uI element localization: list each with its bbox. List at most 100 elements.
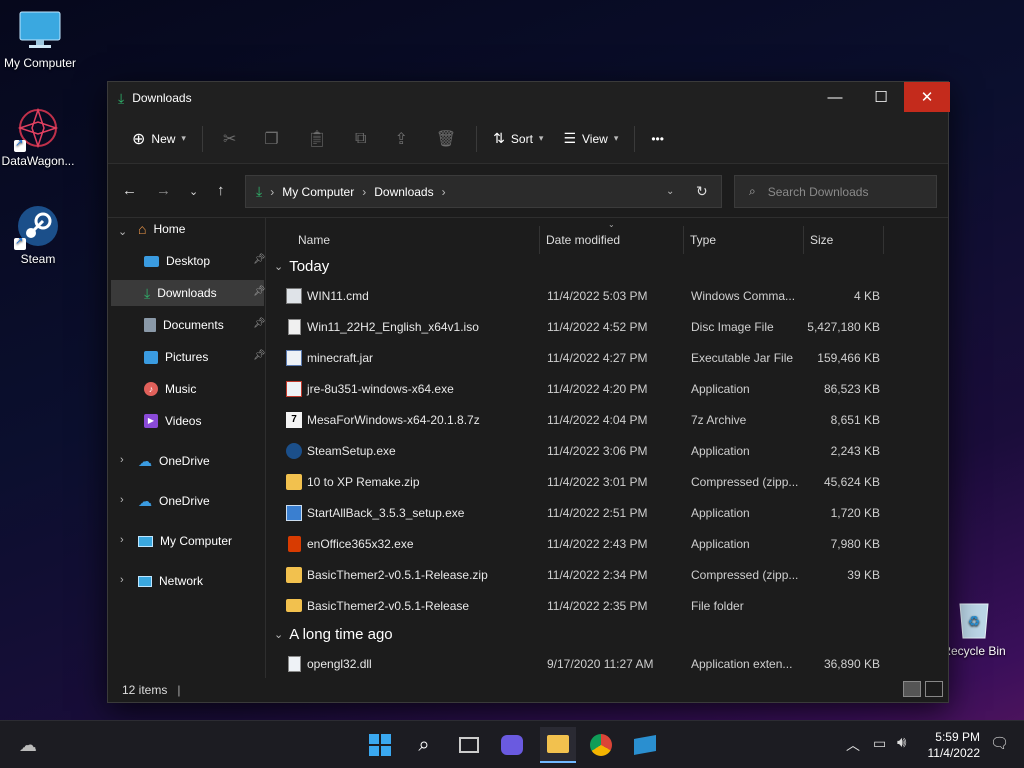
sort-button[interactable]: ⇅ Sort ▾ xyxy=(483,123,553,155)
address-dropdown-icon[interactable]: ⌄ xyxy=(666,186,674,197)
sidebar-item-onedrive-2[interactable]: ☁ OneDrive xyxy=(138,488,258,514)
group-header-long-ago[interactable]: ⌄ A long time ago xyxy=(274,626,393,643)
cmd-file-icon xyxy=(286,287,302,304)
file-name: MesaForWindows-x64-20.1.8.7z xyxy=(307,412,480,427)
weather-icon[interactable]: ☁ xyxy=(14,731,42,759)
chevron-down-icon: ▾ xyxy=(538,133,544,143)
chrome-taskbar-button[interactable] xyxy=(587,731,615,759)
desktop-icon-label: DataWagon... xyxy=(1,154,75,168)
desktop-icon-my-computer[interactable]: My Computer xyxy=(0,8,80,70)
sidebar-item-label: Downloads xyxy=(157,286,217,300)
chevron-down-icon[interactable]: ⌄ xyxy=(118,225,127,238)
view-list-icon: ☰ xyxy=(563,130,577,146)
address-bar[interactable]: ⤓ › My Computer › Downloads › ⌄ ↻ xyxy=(245,175,722,208)
chevron-right-icon[interactable]: › xyxy=(120,574,124,586)
sidebar-item-desktop[interactable]: Desktop xyxy=(144,248,264,274)
view-button[interactable]: ☰ View ▾ xyxy=(553,123,628,155)
file-row[interactable]: Win11_22H2_English_x64v1.iso 11/4/2022 4… xyxy=(268,311,888,342)
file-row[interactable]: BasicThemer2-v0.5.1-Release.zip 11/4/202… xyxy=(268,559,888,590)
column-header-date[interactable]: Date modified ⌄ xyxy=(540,220,684,254)
breadcrumb-downloads[interactable]: Downloads xyxy=(374,185,433,199)
column-header-type[interactable]: Type xyxy=(684,226,804,254)
tiles-view-icon[interactable] xyxy=(925,681,943,697)
task-view-icon xyxy=(459,737,479,753)
sidebar-item-network[interactable]: Network xyxy=(138,568,258,594)
sidebar-item-onedrive[interactable]: ☁ OneDrive xyxy=(138,448,258,474)
chevron-up-icon[interactable]: ︿ xyxy=(846,735,860,755)
search-input[interactable]: ⌕ Search Downloads xyxy=(734,175,937,208)
desktop-icon-steam[interactable]: Steam xyxy=(0,204,78,266)
chevron-right-icon[interactable]: › xyxy=(120,454,124,466)
file-type: Windows Comma... xyxy=(691,288,796,303)
minimize-button[interactable]: — xyxy=(812,82,858,112)
file-type: 7z Archive xyxy=(691,412,747,427)
sidebar-item-music[interactable]: ♪ Music xyxy=(144,376,264,402)
file-row[interactable]: 10 to XP Remake.zip 11/4/2022 3:01 PM Co… xyxy=(268,466,888,497)
title-bar[interactable]: ⤓ Downloads — ☐ ✕ xyxy=(108,82,950,114)
sidebar-item-home[interactable]: ⌂ Home xyxy=(138,216,258,242)
chat-button[interactable] xyxy=(498,731,526,759)
sidebar-item-label: My Computer xyxy=(160,534,233,548)
chevron-right-icon[interactable]: › xyxy=(120,534,124,546)
group-header-today[interactable]: ⌄ Today xyxy=(274,258,329,275)
sidebar-item-label: Music xyxy=(165,382,197,396)
file-row[interactable]: BasicThemer2-v0.5.1-Release 11/4/2022 2:… xyxy=(268,590,888,621)
clock[interactable]: 5:59 PM 11/4/2022 xyxy=(928,729,981,761)
file-row[interactable]: StartAllBack_3.5.3_setup.exe 11/4/2022 2… xyxy=(268,497,888,528)
file-size: 39 KB xyxy=(847,567,880,582)
paste-button[interactable]: 📋︎ xyxy=(293,123,341,155)
file-row[interactable]: jre-8u351-windows-x64.exe 11/4/2022 4:20… xyxy=(268,373,888,404)
file-type: Application xyxy=(691,443,750,458)
pin-icon[interactable]: 📌︎ xyxy=(253,254,266,265)
sidebar-item-pictures[interactable]: Pictures xyxy=(144,344,264,370)
file-row[interactable]: 7 MesaForWindows-x64-20.1.8.7z 11/4/2022… xyxy=(268,404,888,435)
file-size: 7,980 KB xyxy=(830,536,880,551)
task-view-button[interactable] xyxy=(455,731,483,759)
share-button[interactable]: ⇪ xyxy=(380,123,421,155)
file-row[interactable]: enOffice365x32.exe 11/4/2022 2:43 PM App… xyxy=(268,528,888,559)
more-options-button[interactable]: ••• xyxy=(641,123,674,155)
search-button[interactable]: ⌕ xyxy=(410,731,438,759)
maximize-button[interactable]: ☐ xyxy=(858,82,904,112)
file-date: 11/4/2022 3:01 PM xyxy=(547,474,648,489)
file-name: BasicThemer2-v0.5.1-Release.zip xyxy=(307,567,488,582)
pin-icon[interactable]: 📌︎ xyxy=(253,286,266,297)
copy-button[interactable]: ❐ xyxy=(250,123,292,155)
delete-button[interactable]: 🗑︎ xyxy=(422,123,470,155)
file-name: 10 to XP Remake.zip xyxy=(307,474,420,489)
column-header-name[interactable]: Name xyxy=(292,226,540,254)
sidebar-item-label: Videos xyxy=(165,414,202,428)
refresh-icon[interactable]: ↻ xyxy=(696,183,708,200)
app-taskbar-button[interactable] xyxy=(631,731,659,759)
notification-icon[interactable]: 🗨︎ xyxy=(990,734,1009,752)
network-status-icon[interactable]: ▭ xyxy=(873,735,886,752)
up-arrow-icon[interactable]: ↑ xyxy=(217,182,225,199)
forward-arrow-icon[interactable]: → xyxy=(156,182,171,199)
file-row[interactable]: WIN11.cmd 11/4/2022 5:03 PM Windows Comm… xyxy=(268,280,888,311)
close-button[interactable]: ✕ xyxy=(904,82,950,112)
new-button[interactable]: ⊕ New ▾ xyxy=(122,123,196,155)
recent-chevron-icon[interactable]: ⌄ xyxy=(189,185,198,198)
file-row[interactable]: SteamSetup.exe 11/4/2022 3:06 PM Applica… xyxy=(268,435,888,466)
volume-icon[interactable]: 🔊︎ xyxy=(897,734,906,751)
chevron-right-icon[interactable]: › xyxy=(120,494,124,506)
sidebar-item-my-computer[interactable]: My Computer xyxy=(138,528,262,554)
cut-button[interactable]: ✂ xyxy=(209,123,250,155)
back-arrow-icon[interactable]: ← xyxy=(122,182,137,199)
pin-icon[interactable]: 📌︎ xyxy=(253,318,266,329)
file-row[interactable]: minecraft.jar 11/4/2022 4:27 PM Executab… xyxy=(268,342,888,373)
file-list: Name Date modified ⌄ Type Size ⌄ Today WI… xyxy=(268,218,948,678)
sidebar-item-videos[interactable]: ▶ Videos xyxy=(144,408,264,434)
start-button[interactable] xyxy=(366,731,394,759)
details-view-icon[interactable] xyxy=(903,681,921,697)
desktop-icon-datawagon[interactable]: DataWagon... xyxy=(0,106,78,168)
rename-button[interactable]: ⧉ xyxy=(341,123,380,155)
sidebar-item-documents[interactable]: Documents xyxy=(144,312,264,338)
documents-icon xyxy=(144,318,156,332)
breadcrumb-my-computer[interactable]: My Computer xyxy=(282,185,354,199)
file-row[interactable]: opengl32.dll 9/17/2020 11:27 AM Applicat… xyxy=(268,648,888,679)
sidebar-item-downloads[interactable]: ⤓ Downloads xyxy=(111,280,264,306)
column-header-size[interactable]: Size xyxy=(804,226,884,254)
pin-icon[interactable]: 📌︎ xyxy=(253,350,266,361)
file-explorer-taskbar-button[interactable] xyxy=(540,727,576,763)
